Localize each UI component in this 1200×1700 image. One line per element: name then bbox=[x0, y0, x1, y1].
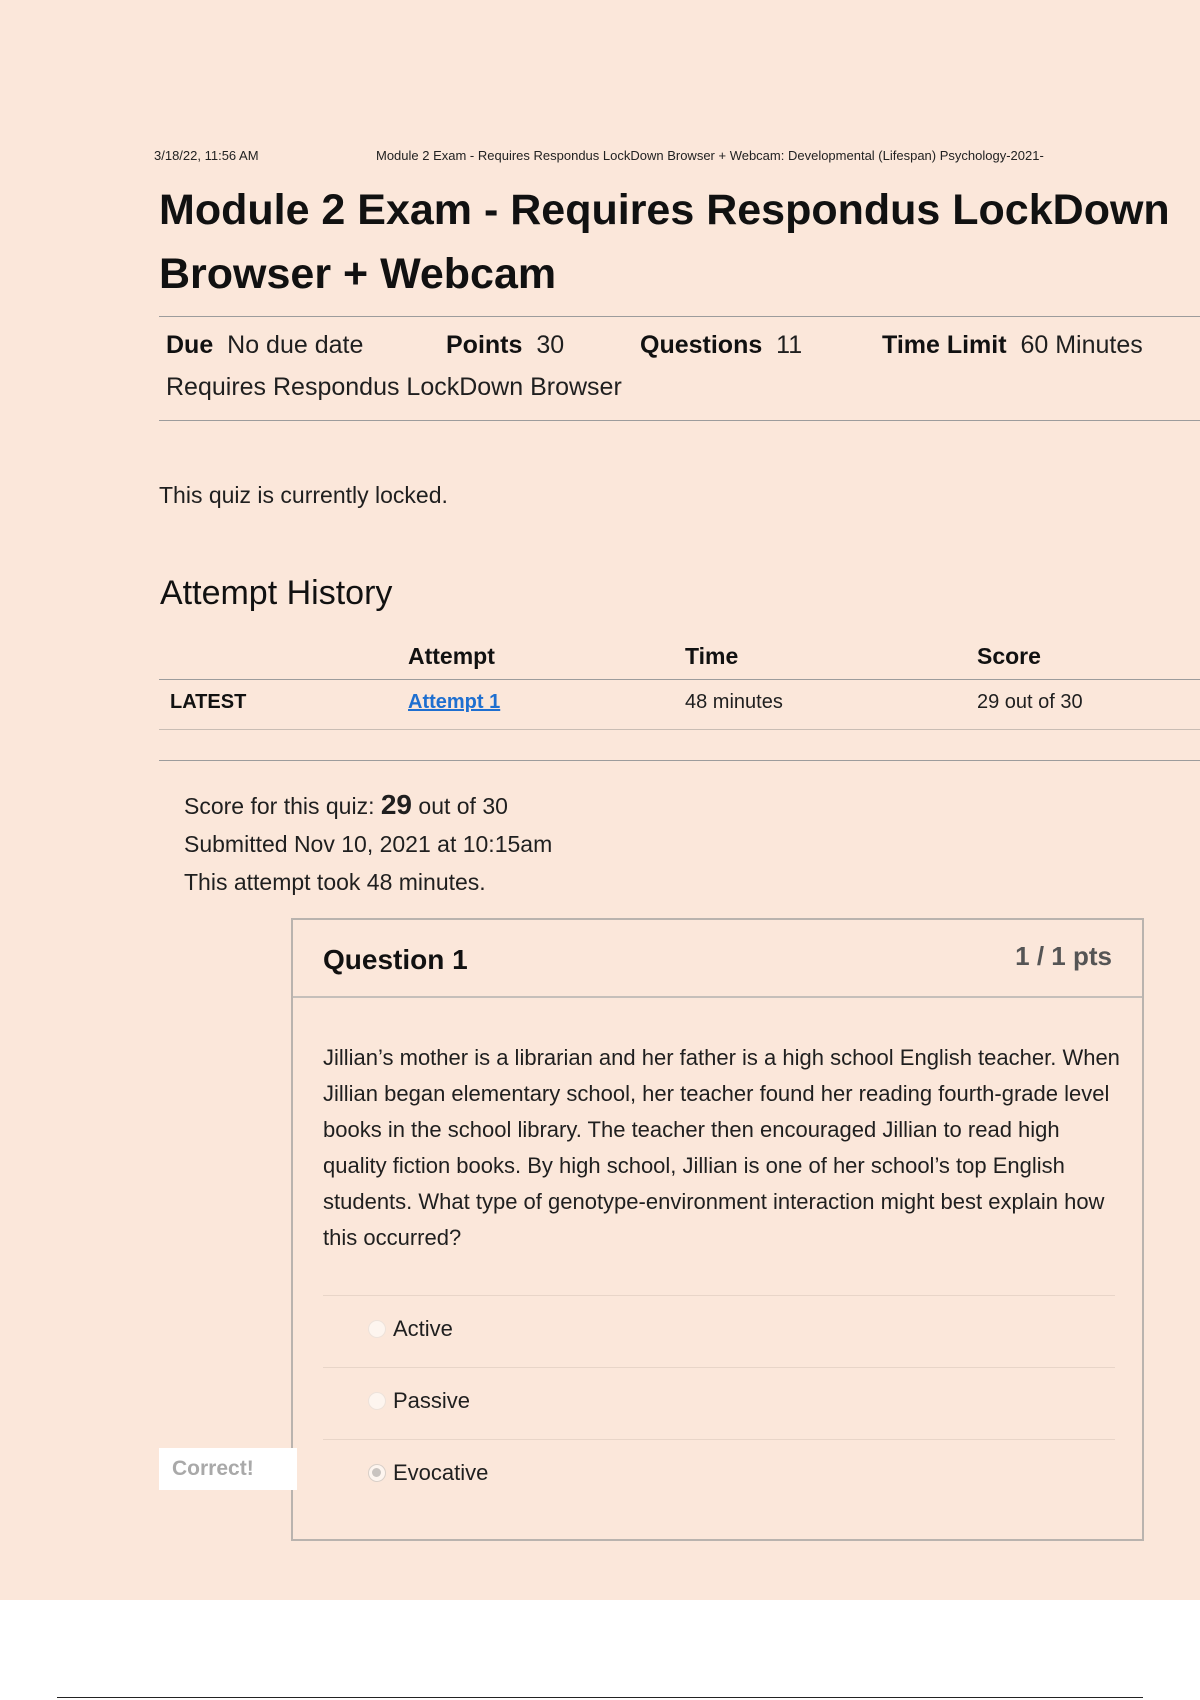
question-title: Question 1 bbox=[323, 944, 468, 975]
print-page-title: Module 2 Exam - Requires Respondus LockD… bbox=[376, 148, 1044, 163]
radio-button-selected[interactable] bbox=[368, 1464, 386, 1482]
print-header: 3/18/22, 11:56 AM Module 2 Exam - Require… bbox=[154, 148, 1200, 163]
lockdown-requirement: Requires Respondus LockDown Browser bbox=[166, 373, 622, 401]
question-card: Question 1 1 / 1 pts Jillian’s mother is… bbox=[291, 918, 1144, 1541]
score-prefix: Score for this quiz: bbox=[184, 793, 375, 819]
correct-answer-tag: Correct! bbox=[159, 1448, 297, 1490]
due-info: Due No due date bbox=[166, 330, 363, 360]
score-suffix: out of 30 bbox=[418, 793, 508, 819]
radio-button[interactable] bbox=[368, 1320, 386, 1338]
answer-option-evocative[interactable]: Evocative bbox=[323, 1439, 1115, 1511]
answer-label: Passive bbox=[393, 1388, 471, 1413]
time-limit-value: 60 Minutes bbox=[1020, 331, 1143, 359]
score-summary: Score for this quiz: 29 out of 30 Submit… bbox=[184, 786, 552, 901]
divider bbox=[159, 760, 1200, 761]
locked-message: This quiz is currently locked. bbox=[159, 482, 448, 508]
page-footer-rule bbox=[57, 1697, 1143, 1698]
column-header-attempt: Attempt bbox=[408, 643, 495, 669]
page-title: Module 2 Exam - Requires Respondus LockD… bbox=[159, 186, 1170, 298]
column-header-score: Score bbox=[977, 643, 1041, 669]
attempt-duration: This attempt took 48 minutes. bbox=[184, 869, 486, 895]
question-text: Jillian’s mother is a librarian and her … bbox=[323, 1045, 1120, 1250]
latest-badge: LATEST bbox=[170, 691, 247, 713]
divider bbox=[159, 420, 1200, 421]
answer-label: Active bbox=[393, 1316, 453, 1341]
points-info: Points 30 bbox=[446, 330, 564, 360]
questions-info: Questions 11 bbox=[640, 330, 802, 360]
points-label: Points bbox=[446, 331, 523, 359]
answer-label: Evocative bbox=[393, 1460, 489, 1485]
questions-value: 11 bbox=[776, 331, 803, 359]
attempt-history-heading: Attempt History bbox=[160, 574, 393, 612]
score-value: 29 bbox=[380, 789, 413, 820]
attempt-score: 29 out of 30 bbox=[977, 691, 1083, 713]
attempt-time: 48 minutes bbox=[685, 691, 783, 713]
questions-label: Questions bbox=[640, 331, 763, 359]
attempt-1-link[interactable]: Attempt 1 bbox=[408, 691, 500, 714]
column-header-time: Time bbox=[685, 643, 739, 669]
table-row-divider bbox=[159, 729, 1200, 730]
quiz-page: 3/18/22, 11:56 AM Module 2 Exam - Require… bbox=[0, 0, 1200, 1600]
radio-button[interactable] bbox=[368, 1392, 386, 1410]
table-header-divider bbox=[159, 679, 1200, 680]
due-label: Due bbox=[166, 331, 214, 359]
question-points: 1 / 1 pts bbox=[1015, 941, 1112, 971]
due-value: No due date bbox=[227, 331, 364, 359]
question-header: Question 1 1 / 1 pts bbox=[293, 920, 1142, 998]
print-datetime: 3/18/22, 11:56 AM bbox=[154, 148, 259, 163]
answer-option-active[interactable]: Active bbox=[323, 1295, 1115, 1367]
divider bbox=[159, 316, 1200, 317]
submitted-time: Submitted Nov 10, 2021 at 10:15am bbox=[184, 831, 553, 857]
points-value: 30 bbox=[536, 331, 565, 359]
time-limit-label: Time Limit bbox=[882, 331, 1007, 359]
time-limit-info: Time Limit 60 Minutes bbox=[882, 330, 1143, 360]
answer-option-passive[interactable]: Passive bbox=[323, 1367, 1115, 1439]
quiz-score-line: Score for this quiz: 29 out of 30 bbox=[184, 786, 552, 825]
